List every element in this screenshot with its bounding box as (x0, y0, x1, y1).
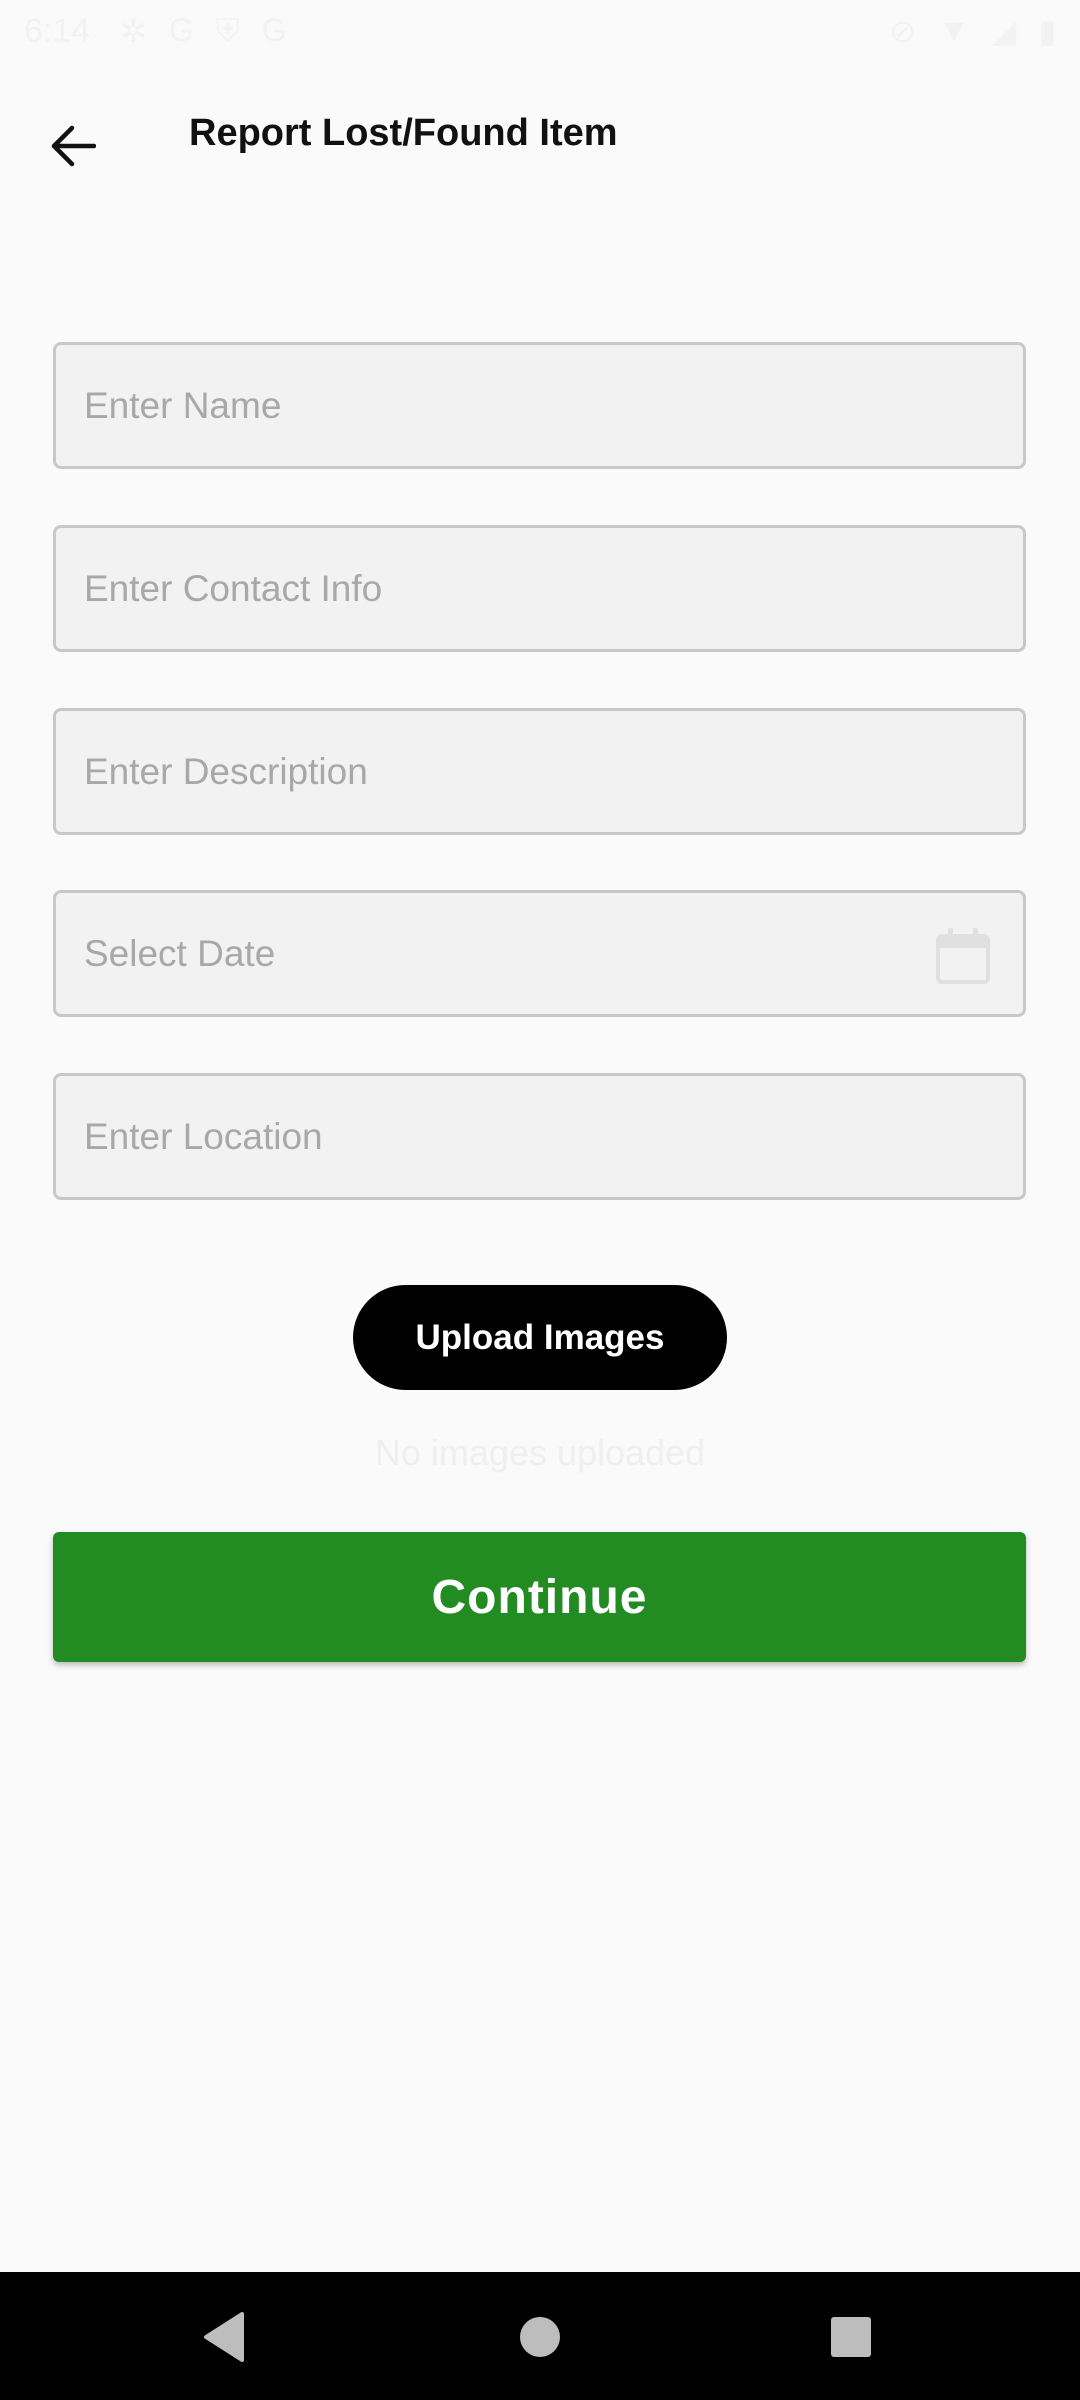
back-triangle-icon[interactable] (180, 2292, 270, 2382)
no-images-text: No images uploaded (374, 1432, 706, 1473)
status-right-icons: ⊘ ▼ ◢ ▮ (889, 12, 1056, 50)
google-icon: G (168, 12, 194, 48)
shield-icon: ⛨ (215, 12, 240, 48)
settings-icon: ✲ (120, 13, 147, 49)
name-input[interactable] (56, 345, 1023, 466)
upload-images-button[interactable]: Upload Images (353, 1285, 727, 1390)
home-circle-icon[interactable] (495, 2292, 585, 2382)
system-nav-bar (0, 2272, 1080, 2400)
google-icon: G (261, 12, 287, 48)
status-left-icons: ✲ G ⛨ G (120, 12, 287, 50)
date-field[interactable] (53, 890, 1026, 1017)
wifi-icon: ▼ (938, 12, 970, 48)
name-field[interactable] (53, 342, 1026, 469)
location-input[interactable] (56, 1076, 1023, 1197)
signal-icon: ◢ (991, 13, 1017, 49)
calendar-icon[interactable] (935, 926, 991, 986)
continue-button[interactable]: Continue (53, 1532, 1026, 1662)
contact-field[interactable] (53, 525, 1026, 652)
battery-icon: ▮ (1038, 13, 1056, 49)
date-input[interactable] (56, 893, 1023, 1014)
location-field[interactable] (53, 1073, 1026, 1200)
page-title: Report Lost/Found Item (189, 112, 618, 154)
app-bar: Report Lost/Found Item (0, 62, 1080, 212)
mute-icon: ⊘ (889, 13, 917, 49)
back-button[interactable] (34, 107, 112, 185)
description-field[interactable] (53, 708, 1026, 835)
status-bar: 6:14 ✲ G ⛨ G ⊘ ▼ ◢ ▮ (0, 0, 1080, 62)
contact-input[interactable] (56, 528, 1023, 649)
description-input[interactable] (56, 711, 1023, 832)
status-time: 6:14 (24, 12, 91, 50)
arrow-left-icon (51, 125, 96, 167)
recents-square-icon[interactable] (806, 2292, 896, 2382)
